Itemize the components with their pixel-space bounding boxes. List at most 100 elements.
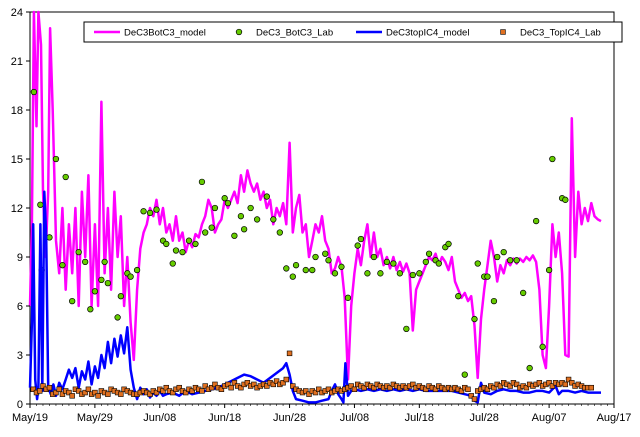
data-point (276, 229, 283, 236)
x-tick-label: Jun/08 (143, 412, 176, 424)
data-point (263, 193, 270, 200)
x-tick-label: Jul/08 (340, 412, 369, 424)
data-point (461, 371, 468, 378)
data-point (562, 196, 569, 203)
legend-label: DeC3_BotC3_Lab (256, 28, 333, 39)
data-point (289, 273, 296, 280)
data-point (435, 260, 442, 267)
data-point (513, 257, 520, 264)
data-point (127, 273, 134, 280)
x-tick-label: Jun/18 (208, 412, 241, 424)
data-point (286, 350, 293, 357)
data-point (198, 178, 206, 186)
data-point (87, 306, 94, 313)
data-point (69, 297, 76, 305)
data-point (357, 235, 365, 243)
data-point (62, 173, 69, 181)
data-point (354, 242, 361, 249)
data-point (416, 270, 423, 277)
data-point (202, 229, 209, 236)
data-point (221, 195, 228, 202)
data-point (351, 386, 358, 392)
data-point (422, 258, 429, 266)
data-point (532, 217, 540, 225)
data-point (471, 396, 478, 402)
data-point (224, 199, 232, 207)
data-point (292, 262, 300, 269)
x-tick-label: Aug/07 (532, 412, 567, 424)
legend-label: DeC3_TopIC4_Lab (520, 28, 601, 39)
data-point (331, 270, 339, 277)
data-point (312, 253, 319, 261)
y-tick-label: 18 (11, 105, 23, 117)
data-point (91, 288, 99, 295)
data-point (240, 226, 248, 233)
data-point (52, 155, 60, 163)
data-point (56, 386, 62, 392)
legend-swatch (500, 29, 506, 35)
data-point (114, 314, 121, 321)
data-point (302, 266, 309, 274)
data-point (409, 271, 416, 279)
data-point (46, 384, 53, 391)
y-tick-label: 6 (17, 301, 23, 313)
legend-label: DeC3topIC4_model (386, 28, 469, 39)
x-tick-label: May/19 (12, 412, 48, 424)
data-point (390, 260, 397, 267)
data-point (403, 325, 410, 333)
data-point (562, 381, 569, 388)
data-point (185, 237, 193, 244)
data-point (69, 393, 75, 399)
data-point (500, 248, 507, 256)
data-point (484, 273, 491, 280)
y-tick-label: 24 (11, 7, 23, 19)
data-point (526, 364, 533, 372)
x-tick-label: Jul/18 (405, 412, 434, 424)
data-point (85, 386, 92, 392)
data-point (211, 204, 219, 212)
data-point (169, 260, 176, 267)
data-point (322, 250, 329, 257)
data-point (507, 257, 514, 264)
data-point (465, 386, 471, 392)
x-tick-label: Jul/28 (470, 412, 499, 424)
data-point (172, 247, 180, 254)
data-point (199, 388, 205, 394)
data-point (520, 289, 527, 297)
x-tick-label: Aug/17 (597, 412, 632, 424)
data-point (364, 270, 371, 277)
data-point (344, 294, 352, 301)
data-point (539, 343, 546, 350)
data-point (237, 213, 245, 220)
data-point (370, 253, 378, 261)
y-tick-label: 9 (17, 252, 23, 264)
y-tick-label: 21 (11, 56, 23, 68)
data-point (30, 88, 38, 96)
data-point (545, 266, 553, 274)
legend-label: DeC3BotC3_model (124, 28, 206, 39)
data-point (383, 258, 391, 266)
data-point (101, 258, 108, 266)
data-point (59, 262, 66, 269)
data-point (37, 201, 44, 208)
data-point (253, 216, 261, 223)
data-point (192, 240, 199, 248)
data-point (179, 248, 186, 256)
data-point (283, 376, 290, 383)
data-point (231, 232, 238, 239)
data-point (105, 391, 111, 397)
data-point (98, 276, 105, 284)
data-point (588, 384, 594, 391)
data-point (117, 293, 124, 300)
data-point (283, 265, 290, 272)
data-point (377, 270, 384, 277)
line-chart: 0 3 6 9 12 15 18 21 24 May/19 May/29 Jun/08 Jun/18 Ju… (11, 7, 632, 424)
plot-area (29, 11, 615, 405)
data-point (104, 279, 112, 287)
data-point (163, 240, 170, 248)
data-point (228, 384, 234, 391)
y-tick-label: 12 (11, 203, 23, 215)
data-point (474, 260, 481, 267)
data-point (270, 216, 277, 223)
y-tick-label: 3 (17, 350, 23, 362)
